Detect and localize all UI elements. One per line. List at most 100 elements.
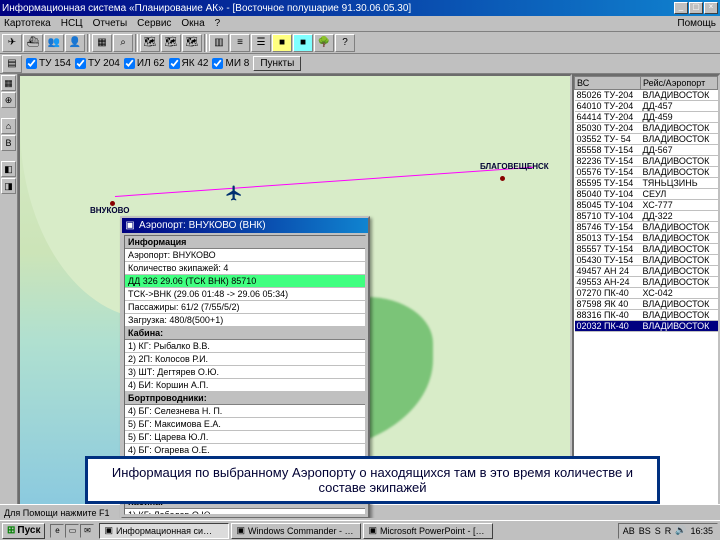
tray-ind-1[interactable]: S <box>655 526 661 536</box>
map-pane[interactable]: ВНУКОВО БЛАГОВЕЩЕНСК ▣ Аэропорт: ВНУКОВО… <box>18 74 572 520</box>
popup-row[interactable]: Пассажиры: 61/2 (7/55/5/2) <box>125 301 365 314</box>
tb-list-icon[interactable]: ≡ <box>230 34 250 52</box>
table-row[interactable]: 05430 ТУ-154ВЛАДИВОСТОК <box>575 255 718 266</box>
maximize-button[interactable]: ▢ <box>689 2 703 14</box>
popup-row[interactable]: 1) КГ: Рыбалко В.В. <box>125 340 365 353</box>
table-row[interactable]: 05576 ТУ-154ВЛАДИВОСТОК <box>575 167 718 178</box>
ql-icon-1[interactable]: e <box>50 524 64 538</box>
tb-map1-icon[interactable]: 🗺 <box>140 34 160 52</box>
tb-map2-icon[interactable]: 🗺 <box>161 34 181 52</box>
table-row[interactable]: 64010 ТУ-204ДД-457 <box>575 101 718 112</box>
windows-logo-icon: ⊞ <box>7 525 15 536</box>
popup-row[interactable]: 5) БГ: Царева Ю.Л. <box>125 431 365 444</box>
tray-volume-icon[interactable]: 🔊 <box>675 525 686 536</box>
flights-table-pane[interactable]: ВС Рейс/Аэропорт 85026 ТУ-204ВЛАДИВОСТОК… <box>572 74 720 520</box>
tb-chart-icon[interactable]: ▥ <box>209 34 229 52</box>
menu-nsc[interactable]: НСЦ <box>61 18 83 29</box>
popup-row[interactable]: ДД 326 29.06 (ТСК ВНК) 85710 <box>125 275 365 288</box>
filter-yak42[interactable]: ЯК 42 <box>169 58 209 69</box>
side-btn-0[interactable]: ▦ <box>1 75 16 91</box>
tb-user-icon[interactable]: 👤 <box>65 34 85 52</box>
col-vc[interactable]: ВС <box>575 77 641 90</box>
table-row[interactable]: 49457 АН 24ВЛАДИВОСТОК <box>575 266 718 277</box>
filter-left-icon[interactable]: ▤ <box>2 55 22 73</box>
side-btn-4[interactable]: ◧ <box>1 161 16 177</box>
menu-help[interactable]: ? <box>215 18 221 29</box>
popup-row[interactable]: 5) БГ: Максимова Е.А. <box>125 418 365 431</box>
city-marker-blagoveshchensk[interactable] <box>500 176 505 181</box>
menu-kartoteka[interactable]: Картотека <box>4 18 51 29</box>
table-row[interactable]: 88316 ПК-40ВЛАДИВОСТОК <box>575 310 718 321</box>
filter-mi8[interactable]: МИ 8 <box>212 58 249 69</box>
popup-row[interactable]: Количество экипажей: 4 <box>125 262 365 275</box>
tb-map3-icon[interactable]: 🗺 <box>182 34 202 52</box>
tray-lang[interactable]: АВ <box>623 526 635 536</box>
side-btn-2[interactable]: ⌂ <box>1 118 16 134</box>
table-row[interactable]: 85013 ТУ-154ВЛАДИВОСТОК <box>575 233 718 244</box>
popup-titlebar[interactable]: ▣ Аэропорт: ВНУКОВО (ВНК) <box>122 218 368 233</box>
tb-help-icon[interactable]: ? <box>335 34 355 52</box>
table-row[interactable]: 85595 ТУ-154ТЯНЬЦЗИНЬ <box>575 178 718 189</box>
popup-section-header: Бортпроводники: <box>125 392 365 405</box>
tray-ind-0[interactable]: BS <box>639 526 651 536</box>
popup-control-icon[interactable]: ▣ <box>124 220 136 231</box>
col-route[interactable]: Рейс/Аэропорт <box>640 77 717 90</box>
filter-tu204[interactable]: ТУ 204 <box>75 58 120 69</box>
filter-il62[interactable]: ИЛ 62 <box>124 58 165 69</box>
popup-row[interactable]: Аэропорт: ВНУКОВО <box>125 249 365 262</box>
table-row[interactable]: 87598 ЯК 40ВЛАДИВОСТОК <box>575 299 718 310</box>
tb-color2-icon[interactable]: ■ <box>293 34 313 52</box>
menu-service[interactable]: Сервис <box>137 18 171 29</box>
table-row[interactable]: 82236 ТУ-154ВЛАДИВОСТОК <box>575 156 718 167</box>
table-row[interactable]: 85558 ТУ-154ДД-567 <box>575 145 718 156</box>
start-button[interactable]: ⊞ Пуск <box>2 523 45 539</box>
table-row[interactable]: 85557 ТУ-154ВЛАДИВОСТОК <box>575 244 718 255</box>
menu-windows[interactable]: Окна <box>181 18 204 29</box>
table-row[interactable]: 07270 ПК-40ХС-042 <box>575 288 718 299</box>
city-label-vnukovo: ВНУКОВО <box>90 206 129 215</box>
tb-users-icon[interactable]: 👥 <box>44 34 64 52</box>
tb-layers-icon[interactable]: ☰ <box>251 34 271 52</box>
table-row[interactable]: 03552 ТУ- 54ВЛАДИВОСТОК <box>575 134 718 145</box>
menu-reports[interactable]: Отчеты <box>93 18 128 29</box>
tb-nav-icon[interactable]: ✈ <box>2 34 22 52</box>
taskbar-task[interactable]: ▣Информационная си… <box>99 523 229 539</box>
plane-icon[interactable] <box>225 184 243 202</box>
popup-row[interactable]: 2) 2П: Колосов Р.И. <box>125 353 365 366</box>
taskbar-task[interactable]: ▣Microsoft PowerPoint - [… <box>363 523 493 539</box>
punkty-button[interactable]: Пункты <box>253 56 301 71</box>
table-row[interactable]: 64414 ТУ-204ДД-459 <box>575 112 718 123</box>
table-row[interactable]: 85710 ТУ-104ДД-322 <box>575 211 718 222</box>
table-row[interactable]: 85746 ТУ-154ВЛАДИВОСТОК <box>575 222 718 233</box>
popup-row[interactable]: 4) БИ: Коршин А.П. <box>125 379 365 392</box>
ql-icon-2[interactable]: ▭ <box>65 524 79 538</box>
filter-tu154[interactable]: ТУ 154 <box>26 58 71 69</box>
tray-clock[interactable]: 16:35 <box>690 526 713 536</box>
popup-row[interactable]: 1) КГ: Лебедев О.Ю. <box>125 509 365 515</box>
side-btn-3[interactable]: B <box>1 135 16 151</box>
table-row[interactable]: 02032 ПК-40ВЛАДИВОСТОК <box>575 321 718 332</box>
popup-row[interactable]: ТСК->ВНК (29.06 01:48 -> 29.06 05:34) <box>125 288 365 301</box>
table-row[interactable]: 85030 ТУ-204ВЛАДИВОСТОК <box>575 123 718 134</box>
close-button[interactable]: × <box>704 2 718 14</box>
ql-icon-3[interactable]: ✉ <box>80 524 94 538</box>
popup-row[interactable]: 4) БГ: Селезнева Н. П. <box>125 405 365 418</box>
side-btn-1[interactable]: ⊕ <box>1 92 16 108</box>
popup-row[interactable]: 3) ШТ: Дегтярев О.Ю. <box>125 366 365 379</box>
tb-query-icon[interactable]: ⌕ <box>113 34 133 52</box>
popup-row[interactable]: Загрузка: 480/8(500+1) <box>125 314 365 327</box>
taskbar-task[interactable]: ▣Windows Commander - … <box>231 523 361 539</box>
table-row[interactable]: 85026 ТУ-204ВЛАДИВОСТОК <box>575 90 718 101</box>
tb-grid-icon[interactable]: ▦ <box>92 34 112 52</box>
tb-ship-icon[interactable]: ⛴ <box>23 34 43 52</box>
tray-ind-2[interactable]: R <box>665 526 672 536</box>
tb-tree-icon[interactable]: 🌳 <box>314 34 334 52</box>
tb-color-icon[interactable]: ■ <box>272 34 292 52</box>
minimize-button[interactable]: _ <box>674 2 688 14</box>
table-row[interactable]: 49553 АН-24ВЛАДИВОСТОК <box>575 277 718 288</box>
system-tray[interactable]: АВ BS S R 🔊 16:35 <box>618 523 718 539</box>
side-btn-5[interactable]: ◨ <box>1 178 16 194</box>
table-row[interactable]: 85045 ТУ-104ХС-777 <box>575 200 718 211</box>
menu-right-help[interactable]: Помощь <box>677 18 716 29</box>
table-row[interactable]: 85040 ТУ-104СЕУЛ <box>575 189 718 200</box>
